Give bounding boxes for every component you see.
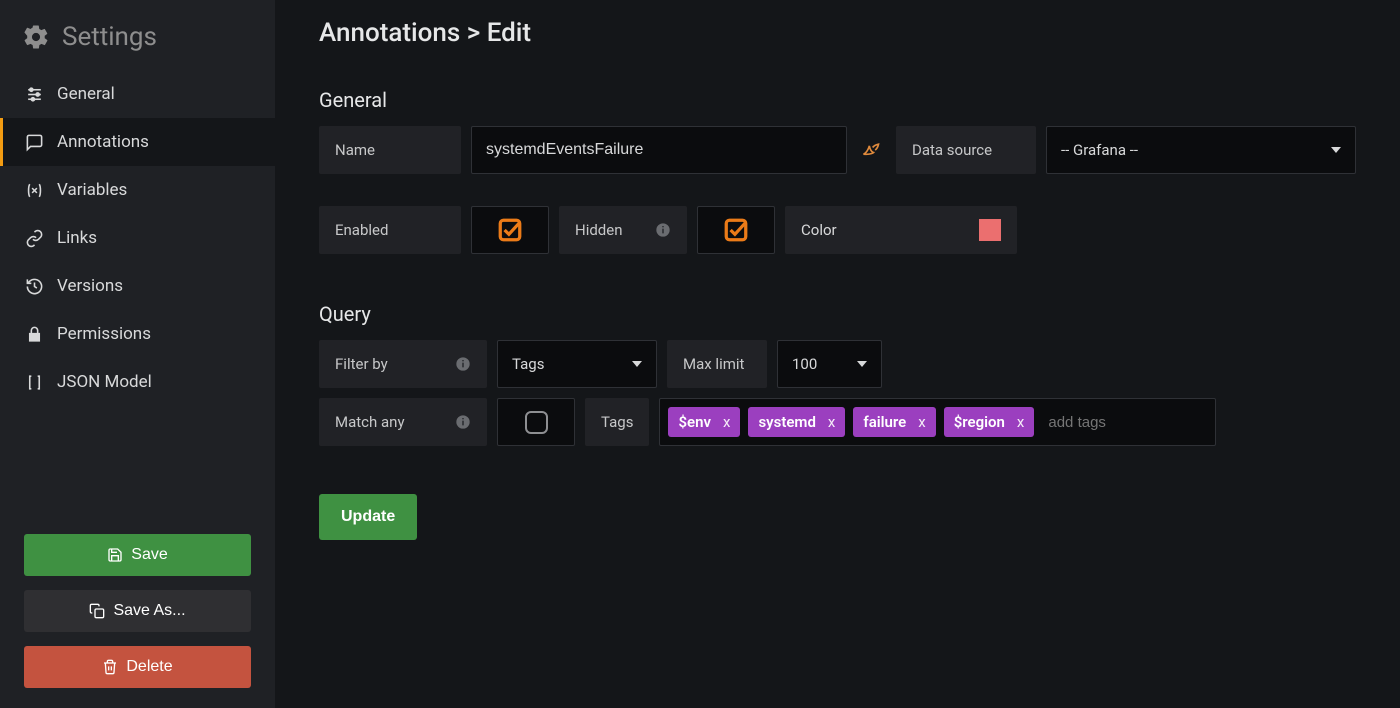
sidebar-item-label: Permissions — [57, 324, 151, 344]
sidebar-item-label: Links — [57, 228, 97, 248]
variable-icon — [25, 181, 44, 200]
chevron-down-icon — [857, 361, 867, 367]
save-icon — [107, 547, 123, 563]
enabled-label: Enabled — [319, 206, 461, 254]
tag-chip[interactable]: $region x — [944, 407, 1035, 437]
chevron-down-icon — [632, 361, 642, 367]
section-general-title: General — [319, 88, 1356, 112]
hidden-label-text: Hidden — [575, 221, 623, 239]
tag-chip[interactable]: $env x — [668, 407, 740, 437]
filter-by-label: Filter by — [319, 340, 487, 388]
datasource-logo-icon — [857, 126, 886, 174]
sidebar-item-label: Versions — [57, 276, 123, 296]
color-field: Color — [785, 206, 1017, 254]
hidden-checkbox[interactable] — [697, 206, 775, 254]
tags-label: Tags — [585, 398, 649, 446]
comment-icon — [25, 133, 44, 152]
match-any-label: Match any — [319, 398, 487, 446]
max-limit-label: Max limit — [667, 340, 767, 388]
sidebar-item-links[interactable]: Links — [0, 214, 275, 262]
sidebar-nav: General Annotations Variables Links Vers… — [0, 70, 275, 406]
check-icon — [723, 217, 749, 243]
tags-text-input[interactable] — [1042, 414, 1207, 431]
datasource-value: -- Grafana -- — [1061, 141, 1138, 159]
settings-sidebar: Settings General Annotations Variables — [0, 0, 275, 708]
max-limit-value: 100 — [792, 355, 817, 373]
sidebar-title-text: Settings — [62, 22, 157, 52]
history-icon — [25, 277, 44, 296]
sliders-icon — [25, 85, 44, 104]
filter-by-select[interactable]: Tags — [497, 340, 657, 388]
save-as-button[interactable]: Save As... — [24, 590, 251, 632]
hidden-label: Hidden — [559, 206, 687, 254]
check-icon — [497, 217, 523, 243]
match-any-checkbox[interactable] — [497, 398, 575, 446]
sidebar-item-label: Annotations — [57, 132, 149, 152]
info-icon — [455, 414, 471, 430]
copy-icon — [89, 603, 105, 619]
save-button[interactable]: Save — [24, 534, 251, 576]
datasource-label: Data source — [896, 126, 1036, 174]
tag-remove-icon[interactable]: x — [723, 413, 730, 431]
sidebar-item-label: JSON Model — [57, 372, 152, 392]
max-limit-select[interactable]: 100 — [777, 340, 882, 388]
enabled-checkbox[interactable] — [471, 206, 549, 254]
tag-text: failure — [863, 413, 906, 431]
sidebar-item-versions[interactable]: Versions — [0, 262, 275, 310]
section-general: General Name Data source -- Grafana -- E… — [319, 88, 1356, 254]
tag-text: $region — [954, 413, 1005, 431]
section-query-title: Query — [319, 302, 1356, 326]
tag-remove-icon[interactable]: x — [828, 413, 835, 431]
section-query: Query Filter by Tags Max limit 100 Match… — [319, 302, 1356, 446]
info-icon — [455, 356, 471, 372]
delete-button-label: Delete — [126, 658, 172, 676]
link-icon — [25, 229, 44, 248]
tag-text: systemd — [758, 413, 815, 431]
datasource-select[interactable]: -- Grafana -- — [1046, 126, 1356, 174]
sidebar-item-json-model[interactable]: JSON Model — [0, 358, 275, 406]
filter-by-label-text: Filter by — [335, 355, 388, 373]
lock-icon — [25, 325, 44, 344]
save-as-button-label: Save As... — [113, 602, 185, 620]
color-label: Color — [801, 221, 837, 239]
info-icon — [655, 222, 671, 238]
tag-text: $env — [678, 413, 711, 431]
sidebar-item-general[interactable]: General — [0, 70, 275, 118]
breadcrumb: Annotations > Edit — [319, 18, 1356, 48]
sidebar-item-variables[interactable]: Variables — [0, 166, 275, 214]
save-button-label: Save — [131, 546, 167, 564]
json-icon — [25, 373, 44, 392]
color-swatch[interactable] — [979, 219, 1001, 241]
update-button-label: Update — [341, 508, 395, 525]
delete-button[interactable]: Delete — [24, 646, 251, 688]
sidebar-item-annotations[interactable]: Annotations — [0, 118, 275, 166]
update-button[interactable]: Update — [319, 494, 417, 540]
tags-input-wrap[interactable]: $env x systemd x failure x $region x — [659, 398, 1216, 446]
sidebar-title: Settings — [0, 8, 275, 70]
sidebar-buttons: Save Save As... Delete — [0, 534, 275, 708]
tag-chip[interactable]: failure x — [853, 407, 935, 437]
sidebar-item-label: General — [57, 84, 115, 104]
sidebar-item-label: Variables — [57, 180, 127, 200]
trash-icon — [102, 659, 118, 675]
gear-icon — [22, 23, 50, 51]
tag-chip[interactable]: systemd x — [748, 407, 845, 437]
match-any-label-text: Match any — [335, 413, 405, 431]
main-content: Annotations > Edit General Name Data sou… — [275, 0, 1400, 708]
name-label: Name — [319, 126, 461, 174]
name-input[interactable] — [471, 126, 847, 174]
unchecked-icon — [525, 411, 548, 434]
chevron-down-icon — [1331, 147, 1341, 153]
tag-remove-icon[interactable]: x — [918, 413, 925, 431]
tag-remove-icon[interactable]: x — [1017, 413, 1024, 431]
sidebar-item-permissions[interactable]: Permissions — [0, 310, 275, 358]
filter-by-value: Tags — [512, 355, 544, 373]
